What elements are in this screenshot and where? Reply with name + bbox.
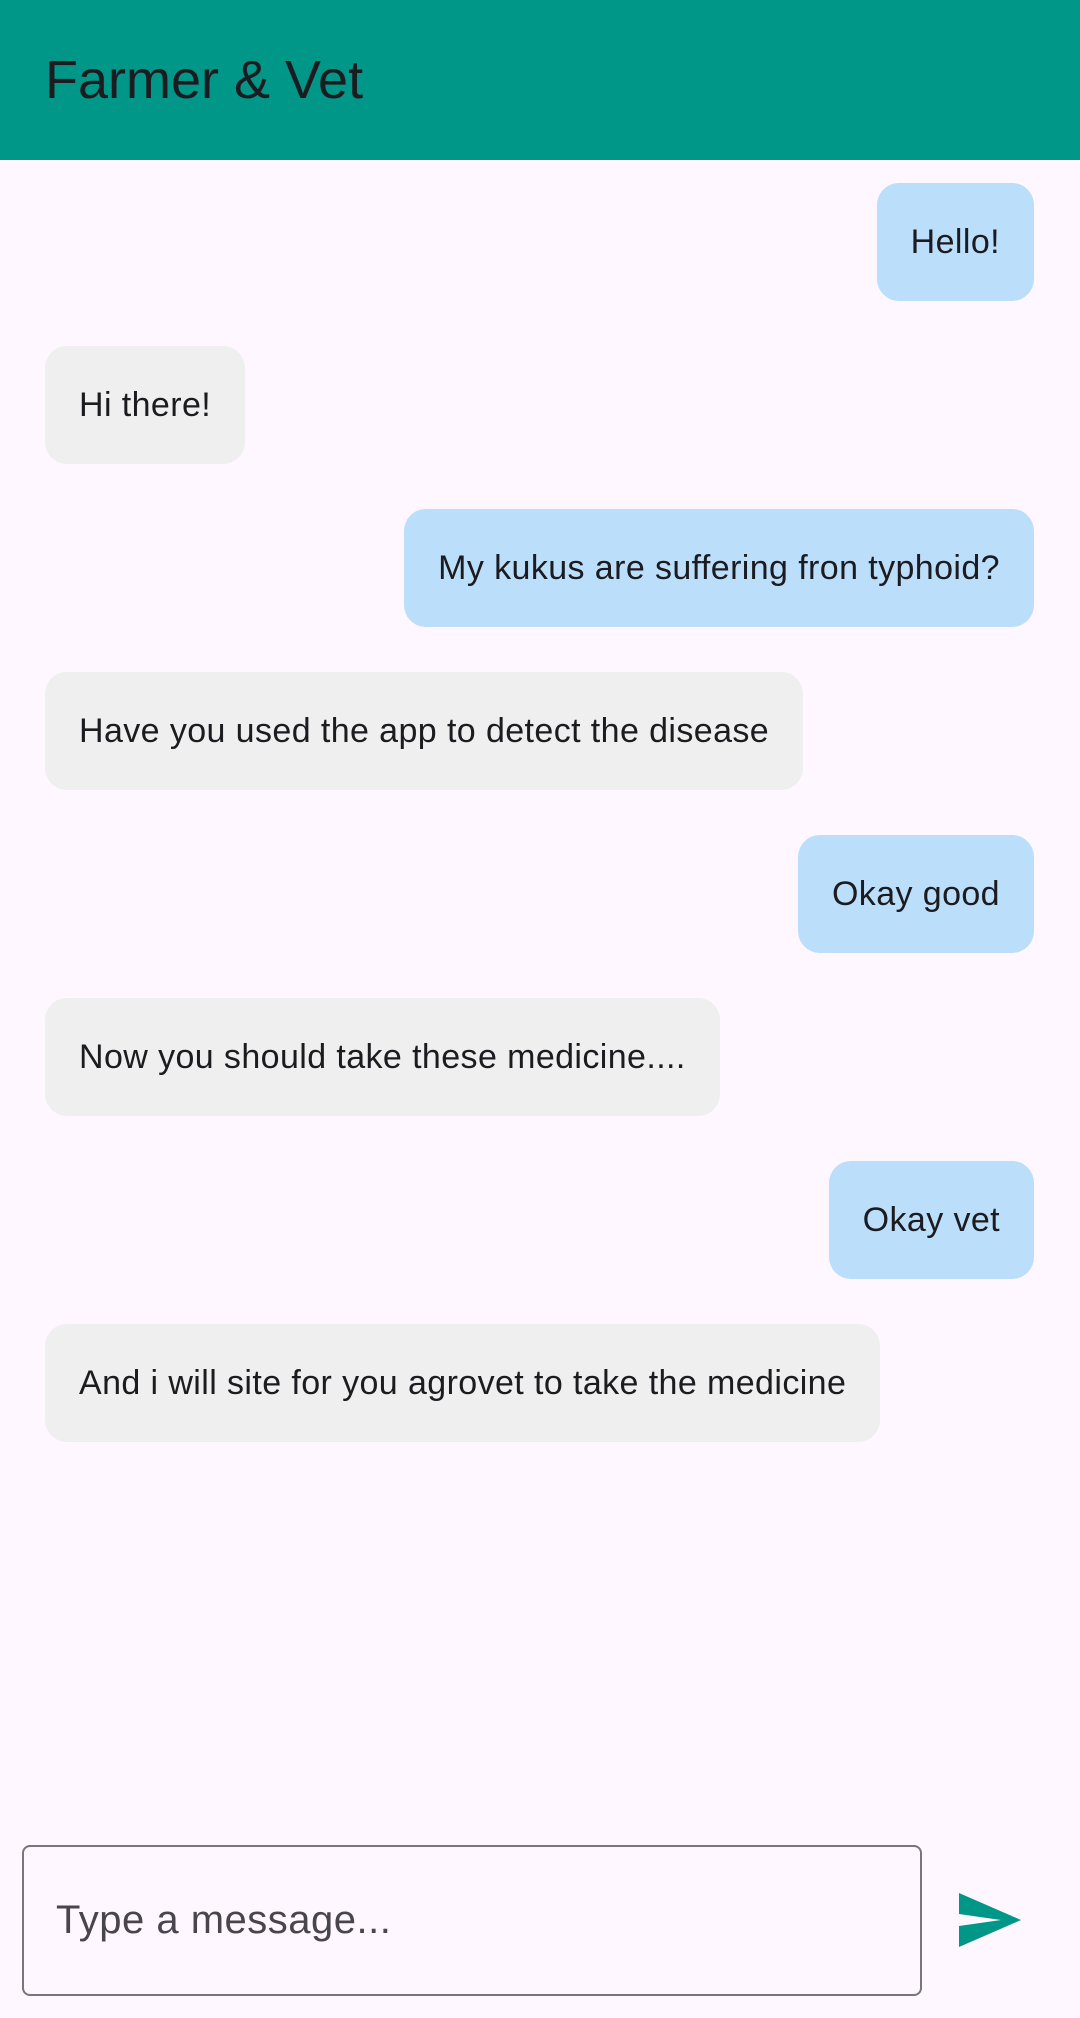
- app-title: Farmer & Vet: [45, 50, 364, 110]
- message-bubble-sent: Hello!: [876, 183, 1034, 301]
- message-bubble-received: Hi there!: [45, 346, 246, 464]
- message-bubble-sent: Okay good: [797, 835, 1034, 953]
- message-bubble-received: And i will site for you agrovet to take …: [45, 1324, 881, 1442]
- message-bubble-received: Now you should take these medicine....: [45, 998, 720, 1116]
- message-list[interactable]: Hello! Hi there! My kukus are suffering …: [0, 160, 1080, 1830]
- message-bubble-sent: My kukus are suffering fron typhoid?: [404, 509, 1034, 627]
- send-icon: [959, 1893, 1021, 1947]
- message-bubble-received: Have you used the app to detect the dise…: [45, 672, 804, 790]
- message-bubble-sent: Okay vet: [828, 1161, 1034, 1279]
- message-input[interactable]: [24, 1847, 920, 1994]
- app-bar: Farmer & Vet: [0, 0, 1080, 160]
- send-button[interactable]: [950, 1880, 1030, 1960]
- message-composer: [22, 1845, 922, 1996]
